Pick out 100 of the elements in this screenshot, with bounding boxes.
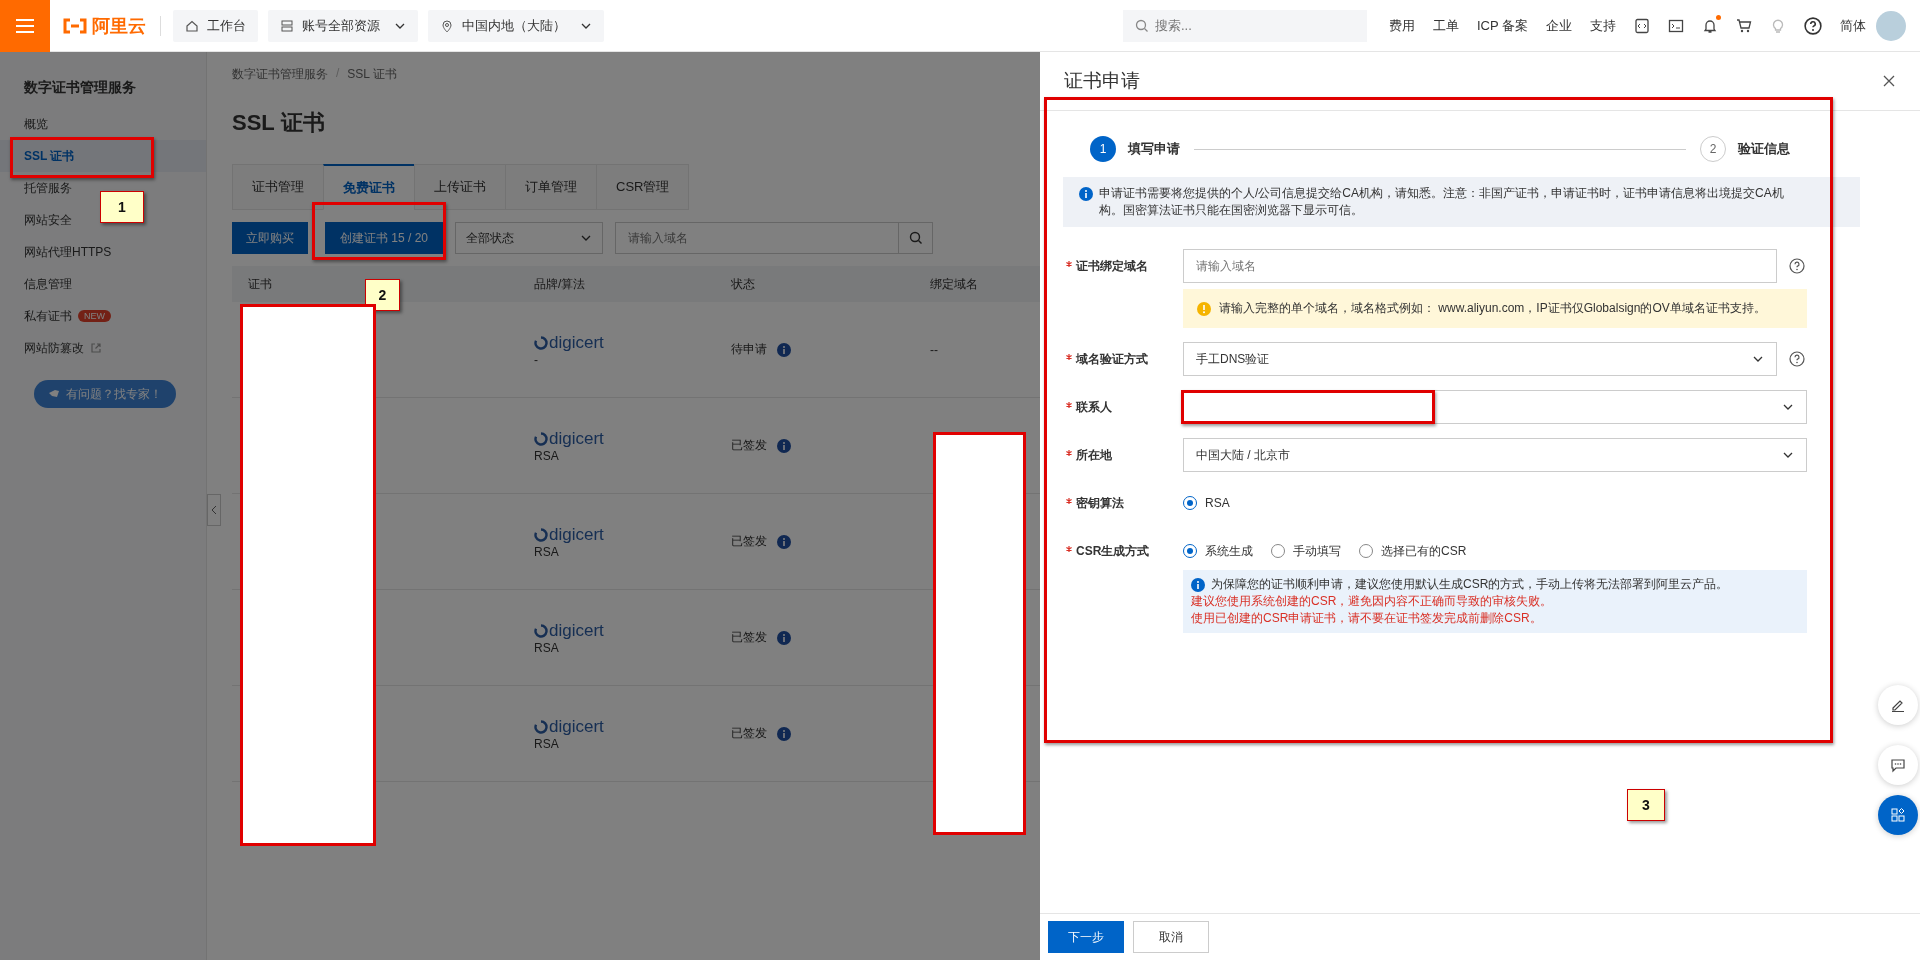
field-label: 联系人 bbox=[1076, 399, 1112, 416]
search-icon bbox=[1134, 18, 1149, 33]
step-label: 填写申请 bbox=[1128, 140, 1180, 158]
grid-icon bbox=[1890, 807, 1906, 823]
search-button[interactable] bbox=[899, 222, 933, 254]
step-callout: 1 bbox=[100, 191, 144, 223]
top-link[interactable]: 工单 bbox=[1432, 16, 1459, 35]
notice-text: 申请证书需要将您提供的个人/公司信息提交给CA机构，请知悉。注意：非国产证书，申请证书时，证书申请信息将出境提交CA机构。国密算法证书只能在国密浏览器下显示可信。 bbox=[1099, 185, 1785, 219]
brand-logo-icon bbox=[534, 335, 548, 350]
help-icon[interactable] bbox=[1789, 351, 1805, 367]
tab[interactable]: 证书管理 bbox=[232, 164, 323, 210]
brand-logo-icon bbox=[534, 623, 548, 638]
breadcrumb-separator: / bbox=[336, 66, 340, 82]
column-header: 证书 bbox=[248, 276, 272, 291]
code-doc-icon[interactable] bbox=[1634, 17, 1650, 34]
nav-button[interactable]: 中国内地（大陆） bbox=[428, 9, 604, 42]
top-link[interactable]: ICP 备案 bbox=[1476, 16, 1528, 35]
sidebar-item[interactable]: 网站安全 bbox=[0, 204, 96, 236]
tab[interactable]: 免费证书 bbox=[323, 164, 414, 210]
logo-text[interactable]: 阿里云 bbox=[92, 13, 146, 38]
nav-button[interactable]: 账号全部资源 bbox=[268, 9, 418, 42]
tab[interactable]: CSR管理 bbox=[596, 164, 690, 210]
brand-logo-icon bbox=[534, 431, 548, 446]
cart-icon[interactable] bbox=[1736, 17, 1752, 34]
info-icon bbox=[777, 630, 791, 645]
column-header: 绑定域名 bbox=[930, 276, 978, 291]
sidebar-item[interactable]: 托管服务 bbox=[0, 172, 96, 204]
close-button[interactable] bbox=[1882, 74, 1896, 88]
sidebar-item[interactable]: SSL 证书 bbox=[0, 140, 206, 172]
terminal-icon[interactable] bbox=[1668, 17, 1684, 34]
status-text: 已签发 bbox=[731, 437, 767, 454]
top-link[interactable]: 费用 bbox=[1388, 16, 1415, 35]
sidebar-item[interactable]: 网站代理HTTPS bbox=[0, 236, 136, 268]
next-button[interactable]: 下一步 bbox=[1048, 921, 1124, 953]
radio-option[interactable]: 手动填写 bbox=[1271, 542, 1341, 560]
status-text: 已签发 bbox=[731, 725, 767, 742]
step-callout: 3 bbox=[1627, 789, 1665, 821]
csr-note: 为保障您的证书顺利申请，建议您使用默认生成CSR的方式，手动上传将无法部署到阿里云产品。 bbox=[1211, 576, 1729, 593]
select-field[interactable]: 手工DNS验证 bbox=[1183, 342, 1777, 376]
menu-button[interactable] bbox=[0, 0, 50, 52]
breadcrumb-item[interactable]: SSL 证书 bbox=[347, 66, 397, 86]
cancel-button[interactable]: 取消 bbox=[1133, 921, 1209, 953]
brand-name: digicert bbox=[549, 332, 604, 353]
radio-option[interactable]: RSA bbox=[1183, 496, 1230, 510]
drawer-title: 证书申请 bbox=[1064, 69, 1140, 93]
domain-search-field[interactable]: 请输入域名 bbox=[615, 222, 899, 254]
info-icon bbox=[1079, 187, 1093, 201]
nav-button[interactable]: 工作台 bbox=[173, 9, 258, 42]
breadcrumb-item[interactable]: 数字证书管理服务 bbox=[232, 66, 328, 86]
warning-icon bbox=[1197, 301, 1211, 316]
create-certificate-button[interactable]: 创建证书 15 / 20 bbox=[325, 222, 443, 254]
status-text: 已签发 bbox=[731, 629, 767, 646]
brand-name: digicert bbox=[549, 716, 604, 737]
sidebar-item[interactable]: 私有证书 NEW bbox=[0, 300, 135, 332]
domain-input[interactable]: 请输入域名 bbox=[1183, 249, 1777, 283]
field-label: CSR生成方式 bbox=[1076, 543, 1150, 560]
page-title: SSL 证书 bbox=[232, 109, 326, 137]
top-link[interactable]: 企业 bbox=[1546, 16, 1572, 35]
apps-button[interactable] bbox=[1878, 795, 1918, 835]
edit-button[interactable] bbox=[1878, 685, 1918, 725]
buy-button[interactable]: 立即购买 bbox=[232, 222, 308, 254]
algorithm-text: - bbox=[534, 352, 538, 367]
stack-icon bbox=[280, 18, 294, 33]
algorithm-text: RSA bbox=[534, 736, 559, 751]
select-field[interactable] bbox=[1183, 390, 1807, 424]
chevron-left-icon bbox=[210, 505, 218, 515]
home-icon bbox=[185, 18, 199, 33]
info-icon bbox=[777, 534, 791, 549]
hint-text: 请输入完整的单个域名，域名格式例如： www.aliyun.com，IP证书仅Globalsign的OV单域名证书支持。 bbox=[1219, 300, 1766, 317]
step-number: 1 bbox=[1090, 136, 1116, 162]
field-label: 证书绑定域名 bbox=[1076, 258, 1148, 275]
brand-name: digicert bbox=[549, 428, 604, 449]
domain-text: -- bbox=[930, 342, 938, 357]
select-field[interactable]: 中国大陆 / 北京市 bbox=[1183, 438, 1807, 472]
radio-option[interactable]: 系统生成 bbox=[1183, 542, 1253, 560]
new-badge: NEW bbox=[78, 310, 111, 322]
language-menu[interactable]: 简体 bbox=[1840, 16, 1866, 35]
algorithm-text: RSA bbox=[534, 448, 559, 463]
tab[interactable]: 上传证书 bbox=[414, 164, 505, 210]
info-icon bbox=[777, 438, 791, 453]
sidebar-item[interactable]: 概览 bbox=[0, 108, 72, 140]
top-link[interactable]: 支持 bbox=[1590, 16, 1616, 35]
help-icon[interactable] bbox=[1804, 16, 1822, 35]
sidebar-item[interactable]: 网站防篡改 bbox=[0, 332, 126, 364]
radio-option[interactable]: 选择已有的CSR bbox=[1359, 542, 1467, 560]
warning-text: 建议您使用系统创建的CSR，避免因内容不正确而导致的审核失败。 bbox=[1191, 593, 1554, 610]
info-icon bbox=[777, 726, 791, 741]
close-icon bbox=[1882, 74, 1896, 88]
bell-icon[interactable] bbox=[1702, 17, 1718, 34]
field-label: 域名验证方式 bbox=[1076, 351, 1148, 368]
search-field[interactable]: 搜索... bbox=[1122, 9, 1367, 42]
sidebar-item[interactable]: 信息管理 bbox=[0, 268, 96, 300]
tab[interactable]: 订单管理 bbox=[505, 164, 596, 210]
feedback-button[interactable] bbox=[1878, 745, 1918, 785]
status-select[interactable]: 全部状态 bbox=[455, 222, 603, 254]
collapse-handle[interactable] bbox=[207, 494, 221, 526]
field-label: 密钥算法 bbox=[1076, 495, 1124, 512]
help-icon[interactable] bbox=[1789, 258, 1805, 274]
chat-icon bbox=[1890, 757, 1906, 773]
expert-help-button[interactable]: 有问题？找专家！ bbox=[34, 380, 176, 408]
